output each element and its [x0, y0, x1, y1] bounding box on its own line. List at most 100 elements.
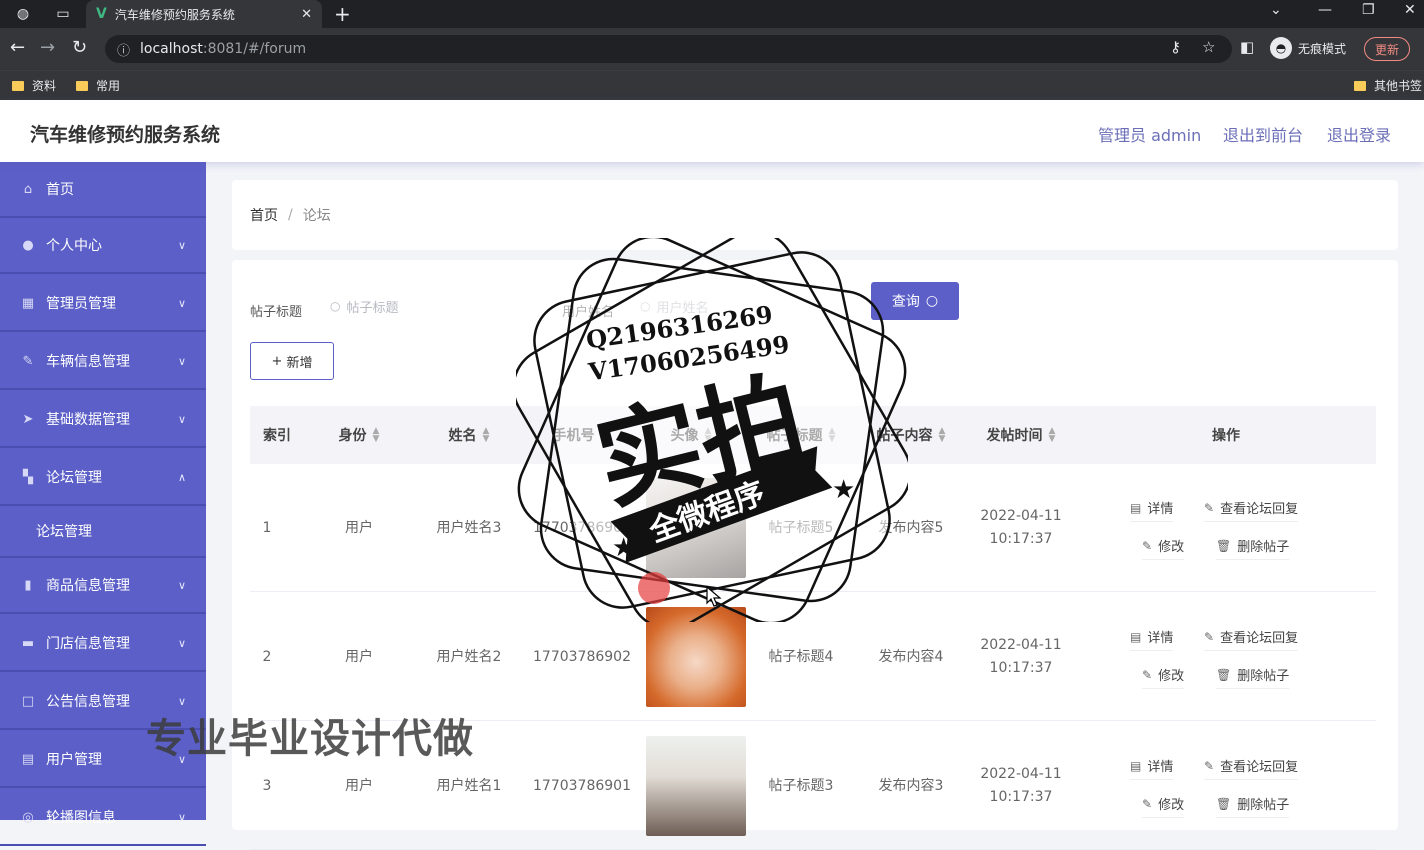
bookmark-folder-ziliao[interactable]: 资料 [12, 77, 56, 94]
sort-icon[interactable]: ▲ ▼ [601, 427, 608, 444]
sidebar-item-basedata[interactable]: ➤ 基础数据管理 ∨ [0, 392, 206, 448]
title-search-input[interactable]: ○ 帖子标题 [322, 288, 522, 324]
admin-label: 管理员 admin [1098, 126, 1202, 145]
edit-button[interactable]: ✎ 修改 [1142, 532, 1185, 560]
video-icon: ▬ [21, 635, 35, 651]
delete-button[interactable]: 🗑 删除帖子 [1216, 532, 1290, 560]
detail-button[interactable]: ▤ 详情 [1130, 752, 1174, 780]
window-close-icon[interactable]: ✕ [1404, 2, 1416, 18]
vue-favicon-icon: V [96, 6, 107, 22]
document-icon: ▤ [1130, 758, 1142, 773]
breadcrumb-home[interactable]: 首页 [250, 205, 278, 225]
breadcrumb-separator: / [288, 207, 293, 223]
keyboard-icon: ▦ [21, 295, 35, 311]
view-reply-button[interactable]: ✎ 查看论坛回复 [1204, 752, 1299, 780]
sort-icon[interactable]: ▲ ▼ [939, 427, 946, 444]
col-index: 索引 [263, 428, 291, 444]
minimize-icon[interactable]: — [1318, 2, 1332, 18]
bookmark-folder-changyong[interactable]: 常用 [76, 77, 120, 94]
sidebar-item-goods[interactable]: ▮ 商品信息管理 ∨ [0, 558, 206, 614]
sidebar-item-vehicle[interactable]: ✎ 车辆信息管理 ∨ [0, 334, 206, 390]
col-phone[interactable]: 手机号 ▲ ▼ [524, 406, 636, 464]
new-tab-icon[interactable]: + [334, 2, 351, 26]
tab-search-icon[interactable]: ▭ [52, 4, 74, 24]
sort-icon[interactable]: ▲ ▼ [705, 427, 712, 444]
cell-content: 发布内容4 [878, 648, 944, 665]
browser-tab[interactable]: V 汽车维修预约服务系统 ✕ [86, 0, 322, 28]
sort-icon[interactable]: ▲ ▼ [1049, 427, 1056, 444]
cell-time: 2022-04-11 10:17:37 [980, 766, 1062, 805]
detail-button[interactable]: ▤ 详情 [1130, 494, 1174, 522]
delete-button[interactable]: 🗑 删除帖子 [1216, 661, 1290, 689]
key-icon[interactable]: ⚷ [1170, 38, 1181, 56]
avatar [646, 607, 746, 707]
watermark-text: 专业毕业设计代做 [146, 716, 474, 762]
table-header: 索引 身份 ▲ ▼ 姓名 ▲ ▼ 手机号 ▲ ▼ 头像 ▲ ▼ 帖子标题 ▲ ▼ 帖子内容 ▲ ▼ 发帖… [250, 406, 1376, 464]
sidebar-item-store[interactable]: ▬ 门店信息管理 ∨ [0, 616, 206, 672]
chevron-down-icon: ∨ [177, 810, 186, 824]
globe-icon[interactable]: ◍ [12, 4, 34, 24]
query-button[interactable]: 查询 ○ [871, 282, 959, 320]
col-time[interactable]: 发帖时间 ▲ ▼ [966, 406, 1076, 464]
sidebar-item-home[interactable]: ⌂ 首页 [0, 162, 206, 218]
back-icon[interactable]: ← [10, 37, 25, 58]
bag-icon: ▤ [21, 751, 35, 767]
info-icon[interactable]: ⓘ [117, 40, 130, 59]
add-button[interactable]: + 新增 [250, 342, 334, 380]
update-button[interactable]: 更新 [1364, 37, 1411, 61]
restore-icon[interactable]: ❐ [1362, 2, 1375, 18]
view-reply-button[interactable]: ✎ 查看论坛回复 [1204, 623, 1299, 651]
browser-tab-strip: ◍ ▭ V 汽车维修预约服务系统 ✕ + ⌄ — ❐ ✕ [0, 0, 1424, 28]
name-search-input[interactable]: ○ 用户姓名 [632, 288, 832, 324]
reload-icon[interactable]: ↻ [72, 37, 87, 58]
table-row: 1 用户 用户姓名3 17703786903 帖子标题5 发布内容5 2022-… [250, 464, 1376, 592]
grid-icon: ▚ [23, 469, 33, 485]
sort-icon[interactable]: ▲ ▼ [373, 427, 380, 444]
chevron-down-icon: ∨ [177, 578, 186, 592]
target-icon: ◎ [22, 809, 34, 825]
incognito-icon: ◓ [1270, 37, 1292, 59]
bookmark-folder-other[interactable]: 其他书签 [1354, 77, 1422, 94]
forward-icon[interactable]: → [40, 37, 55, 58]
view-reply-button[interactable]: ✎ 查看论坛回复 [1204, 494, 1299, 522]
avatar [646, 736, 746, 836]
incognito-indicator[interactable]: ◓ 无痕模式 [1270, 37, 1346, 59]
edit-button[interactable]: ✎ 修改 [1142, 661, 1185, 689]
logout-link[interactable]: 退出登录 [1327, 122, 1391, 146]
cell-title: 帖子标题5 [768, 519, 834, 536]
cell-time: 2022-04-11 10:17:37 [980, 508, 1062, 547]
delete-button[interactable]: 🗑 删除帖子 [1216, 790, 1290, 818]
sidebar-item-profile[interactable]: ● 个人中心 ∨ [0, 218, 206, 274]
address-bar[interactable]: ⓘ localhost :8081/#/forum [105, 35, 1232, 63]
sort-icon[interactable]: ▲ ▼ [829, 427, 836, 444]
sidepanel-icon[interactable]: ◧ [1240, 38, 1254, 56]
app-header: 汽车维修预约服务系统 管理员 admin 退出到前台 退出登录 [0, 100, 1424, 162]
col-role[interactable]: 身份 ▲ ▼ [304, 406, 414, 464]
cell-content: 发布内容5 [878, 519, 944, 536]
name-search-label: 用户姓名 [562, 305, 615, 320]
sidebar-item-forum[interactable]: ▚ 论坛管理 ∧ [0, 450, 206, 506]
col-avatar[interactable]: 头像 ▲ ▼ [636, 406, 746, 464]
sidebar-subitem-forum[interactable]: 论坛管理 [0, 506, 206, 558]
col-name[interactable]: 姓名 ▲ ▼ [414, 406, 524, 464]
sort-icon[interactable]: ▲ ▼ [483, 427, 490, 444]
breadcrumb: 首页 / 论坛 [232, 180, 1398, 250]
chevron-down-icon[interactable]: ⌄ [1270, 2, 1282, 18]
col-title[interactable]: 帖子标题 ▲ ▼ [746, 406, 856, 464]
edit-button[interactable]: ✎ 修改 [1142, 790, 1185, 818]
back-to-front-link[interactable]: 退出到前台 [1223, 122, 1303, 146]
edit-icon: ✎ [1204, 758, 1215, 773]
sidebar-item-admin[interactable]: ▦ 管理员管理 ∨ [0, 276, 206, 332]
cell-title: 帖子标题3 [768, 777, 834, 794]
cell-phone: 17703786903 [533, 519, 631, 536]
close-icon[interactable]: ✕ [301, 7, 312, 22]
click-indicator [638, 572, 670, 604]
detail-button[interactable]: ▤ 详情 [1130, 623, 1174, 651]
sidebar-item-carousel[interactable]: ◎ 轮播图信息 ∨ [0, 790, 206, 846]
col-content[interactable]: 帖子内容 ▲ ▼ [856, 406, 966, 464]
edit-icon: ✎ [1142, 667, 1153, 682]
cell-phone: 17703786902 [533, 648, 631, 665]
home-icon: ⌂ [23, 181, 33, 197]
star-icon[interactable]: ☆ [1202, 38, 1215, 56]
cell-name: 用户姓名3 [436, 519, 502, 536]
